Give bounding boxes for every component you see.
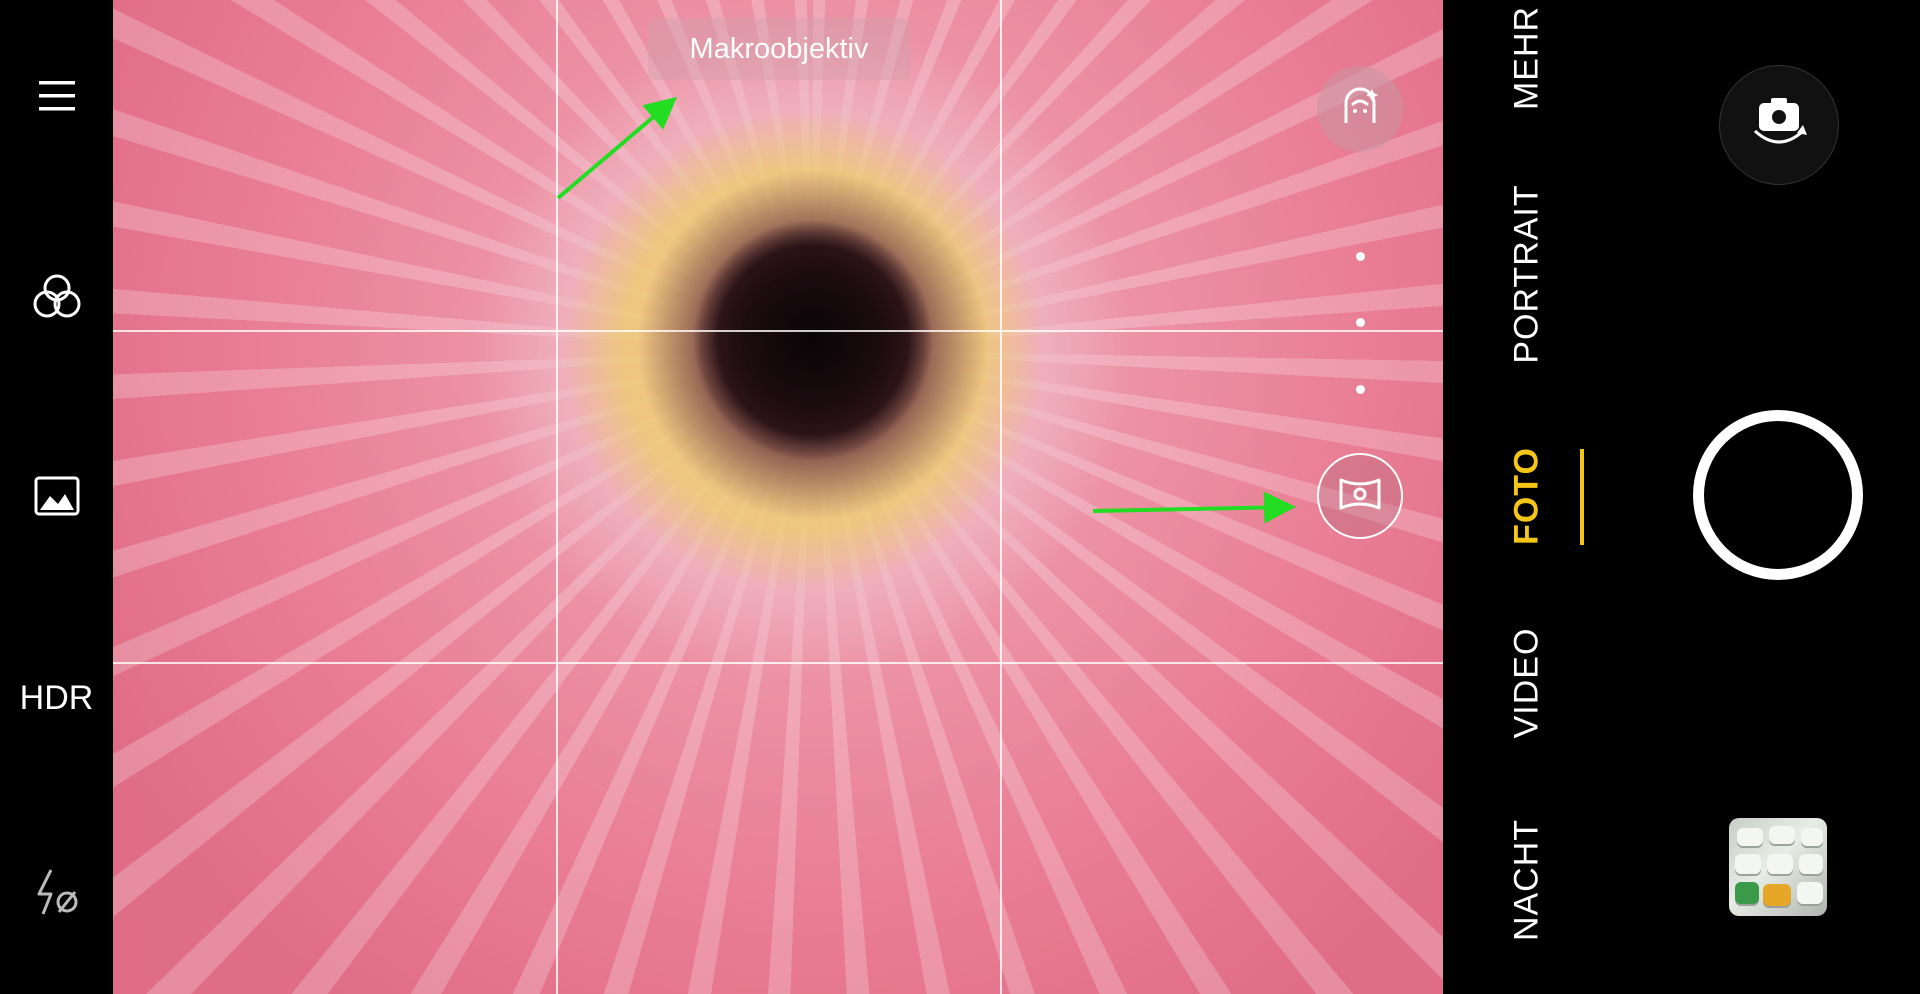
mode-portrait[interactable]: PORTRAIT: [1508, 184, 1547, 363]
annotation-arrow: [556, 96, 678, 200]
flash-off-icon: [31, 868, 83, 921]
thumb-key: [1767, 854, 1793, 874]
mode-foto[interactable]: FOTO: [1508, 447, 1547, 545]
mode-nacht[interactable]: NACHT: [1508, 819, 1547, 941]
image-mode-button[interactable]: [0, 470, 113, 526]
flip-camera-icon: [1747, 95, 1811, 156]
menu-icon: [38, 79, 76, 118]
thumb-key: [1797, 882, 1823, 904]
shutter-button[interactable]: [1693, 410, 1863, 580]
thumb-key: [1763, 884, 1791, 906]
flash-toggle[interactable]: [0, 866, 113, 922]
gallery-thumbnail[interactable]: [1729, 818, 1827, 916]
image-mode-icon: [34, 476, 80, 521]
hdr-label: HDR: [19, 678, 94, 717]
annotation-arrows: [556, 96, 1296, 524]
thumb-key: [1769, 826, 1795, 844]
thumb-key: [1801, 828, 1823, 846]
mode-mehr[interactable]: MEHR: [1508, 6, 1547, 110]
hdr-toggle[interactable]: HDR: [0, 670, 113, 726]
annotation-arrow: [1092, 491, 1296, 524]
flip-camera-button[interactable]: [1719, 65, 1839, 185]
thumb-key: [1799, 854, 1823, 874]
filter-circles-icon: [32, 272, 82, 325]
thumb-key: [1735, 854, 1761, 874]
camera-app: HDR Makroobjektiv MEHR PORTRAIT FOTO VID…: [0, 0, 1920, 994]
filter-button[interactable]: [0, 270, 113, 326]
menu-button[interactable]: [0, 70, 113, 126]
mode-video[interactable]: VIDEO: [1508, 628, 1547, 739]
active-mode-indicator: [1580, 449, 1584, 545]
thumb-key: [1735, 882, 1759, 904]
viewfinder[interactable]: Makroobjektiv: [113, 0, 1443, 994]
thumb-key: [1737, 828, 1763, 846]
left-toolbar: HDR: [0, 0, 113, 994]
